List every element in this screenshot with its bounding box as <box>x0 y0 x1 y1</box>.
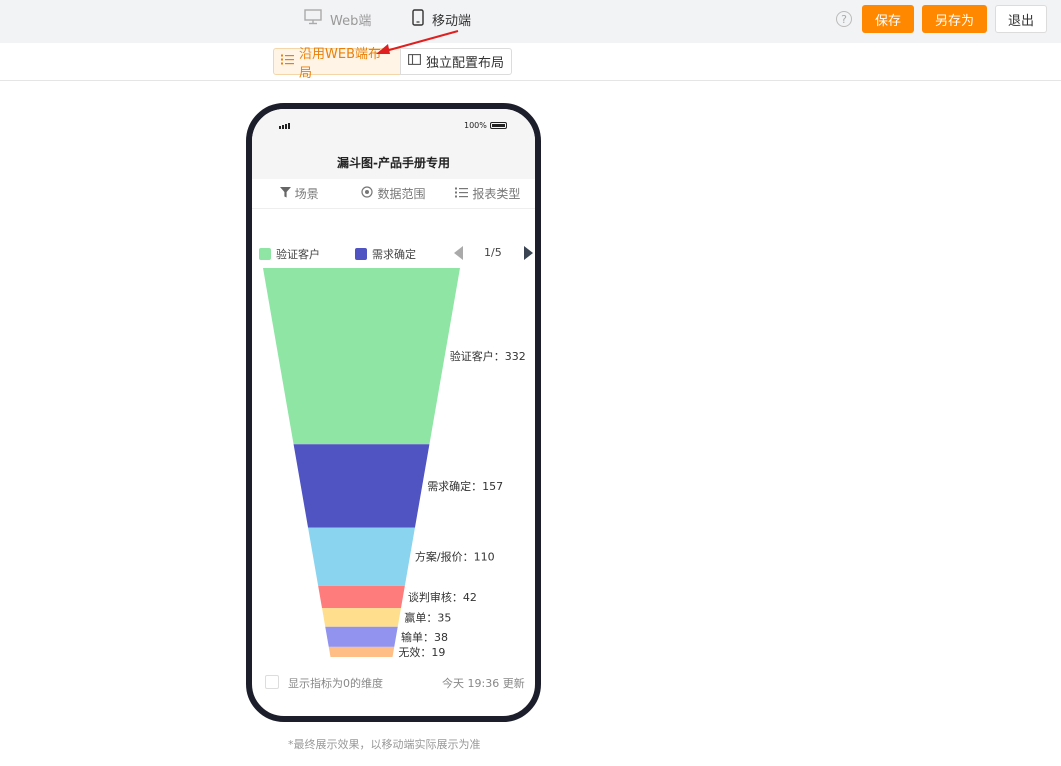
exit-button[interactable]: 退出 <box>995 5 1047 33</box>
funnel-label: 需求确定：157 <box>427 479 503 493</box>
funnel-chart: 验证客户：332 需求确定：157 方案/报价：110 谈判审核：42 赢单：35 输单：… <box>263 268 526 659</box>
help-icon[interactable]: ? <box>836 11 852 27</box>
show-zero-label: 显示指标为0的维度 <box>288 677 383 690</box>
funnel-segment[interactable] <box>322 608 401 627</box>
tab-web[interactable]: Web端 <box>304 0 371 38</box>
funnel-segment[interactable] <box>325 626 398 647</box>
preview-note: *最终展示效果，以移动端实际展示为准 <box>288 738 481 751</box>
funnel-segment[interactable] <box>308 527 415 586</box>
save-button[interactable]: 保存 <box>862 5 914 33</box>
funnel-label: 无效：19 <box>398 645 445 659</box>
update-time: 今天 19:36 更新 <box>442 677 525 690</box>
annotation-arrow <box>376 30 459 54</box>
tab-web-label: Web端 <box>330 13 372 29</box>
show-zero-checkbox[interactable] <box>265 675 279 689</box>
funnel-label: 谈判审核：42 <box>408 590 477 604</box>
funnel-label: 方案/报价：110 <box>415 550 495 564</box>
monitor-icon <box>304 9 322 29</box>
funnel-segment[interactable] <box>263 268 460 445</box>
list-icon <box>281 54 294 69</box>
save-as-button[interactable]: 另存为 <box>922 5 987 33</box>
funnel-label: 验证客户：332 <box>450 349 526 363</box>
top-bar: Web端 移动端 ? 保存 另存为 退出 <box>0 0 1061 43</box>
funnel-segment[interactable] <box>328 646 395 657</box>
funnel-segment[interactable] <box>318 585 405 609</box>
funnel-label: 赢单：35 <box>404 610 451 624</box>
layout-bar: 沿用WEB端布局 独立配置布局 <box>0 43 1061 81</box>
phone-preview: 100% 漏斗图-产品手册专用 场景 数据范围 报表类型 验证客户 需求确定 1… <box>246 103 541 722</box>
funnel-label: 输单：38 <box>401 630 448 644</box>
funnel-segment[interactable] <box>293 444 430 528</box>
